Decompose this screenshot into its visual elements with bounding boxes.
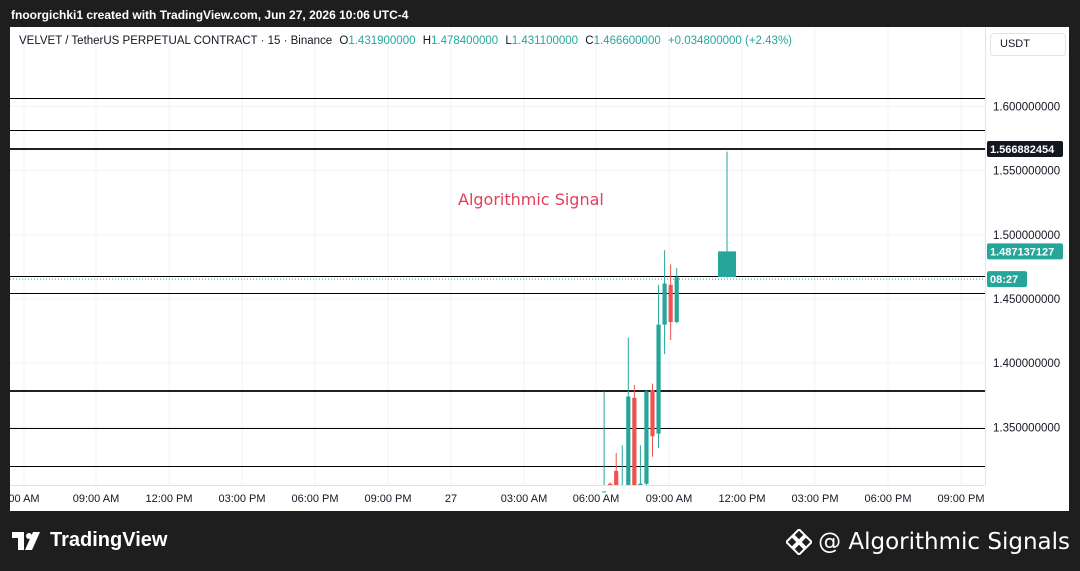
y-tick-label: 1.450000000	[993, 294, 1060, 306]
change-value: +0.034800000 (+2.43%)	[667, 35, 792, 47]
candle	[632, 384, 637, 485]
candle	[620, 445, 625, 486]
open-label: O	[339, 35, 349, 47]
chart-frame[interactable]: 1.600000000 1.550000000 1.500000000 1.45000…	[10, 27, 1069, 511]
candle	[650, 383, 655, 457]
candle	[644, 390, 649, 485]
x-tick-label: 09:00 PM	[937, 493, 984, 505]
price-tag: 08:27	[987, 271, 1027, 288]
high-label: H	[422, 35, 431, 47]
annotation-text: Algorithmic Signal	[458, 190, 604, 209]
x-tick-label: 03:00 PM	[218, 493, 265, 505]
price-tag: 1.487137127	[987, 243, 1063, 260]
price-tag-label: 1.566882454	[990, 144, 1055, 156]
x-tick-label: 12:00 PM	[145, 493, 192, 505]
candle-body	[614, 470, 619, 485]
close-label: C	[585, 35, 594, 47]
candle	[608, 482, 613, 485]
candle-body	[626, 396, 631, 485]
watermark-text: @ Algorithmic Signals	[818, 529, 1070, 555]
x-tick-label: 09:00 AM	[646, 493, 692, 505]
tradingview-brand-text: TradingView	[50, 529, 168, 551]
candle-body	[718, 251, 736, 278]
y-tick-label: 1.400000000	[993, 358, 1060, 370]
x-tick-label: 06:00 PM	[864, 493, 911, 505]
y-tick-label: 1.600000000	[993, 102, 1060, 114]
watermark: @ Algorithmic Signals	[786, 529, 1070, 555]
chart-caption: fnoorgichki1 created with TradingView.co…	[11, 8, 409, 22]
candle-body	[608, 483, 613, 485]
symbol-title[interactable]: VELVET / TetherUS PERPETUAL CONTRACT · 1…	[19, 35, 332, 47]
candle-body	[662, 283, 667, 325]
candle	[638, 445, 643, 485]
candle	[602, 391, 607, 493]
x-tick-label: 27	[445, 493, 457, 505]
candle-body	[638, 483, 643, 485]
open-value: 1.431900000	[348, 35, 416, 47]
x-tick-label: 06:00 PM	[291, 493, 338, 505]
close-value: 1.466600000	[593, 35, 661, 47]
price-tag-label: 08:27	[990, 274, 1018, 286]
price-tag-label: 1.487137127	[990, 246, 1054, 258]
price-chart[interactable]: 1.600000000 1.550000000 1.500000000 1.45000…	[10, 27, 1069, 511]
footer-bar: TradingView @ Algorithmic Signals	[0, 511, 1080, 571]
candle	[626, 337, 631, 485]
symbol-legend: VELVET / TetherUS PERPETUAL CONTRACT · 1…	[19, 35, 792, 47]
x-tick-label: 00 AM	[10, 493, 40, 505]
candle	[614, 452, 619, 485]
binance-diamond-icon	[786, 529, 813, 555]
y-tick-label: 1.350000000	[993, 422, 1060, 434]
candle-body	[632, 397, 637, 485]
candle-body	[656, 324, 661, 434]
x-tick-label: 06:00 AM	[573, 493, 619, 505]
high-value: 1.478400000	[431, 35, 499, 47]
y-tick-label: 1.550000000	[993, 166, 1060, 178]
y-tick-label: 1.500000000	[993, 230, 1060, 242]
x-tick-label: 09:00 AM	[73, 493, 119, 505]
candle	[656, 284, 661, 448]
candle	[662, 250, 667, 355]
x-tick-label: 09:00 PM	[364, 493, 411, 505]
x-tick-label: 03:00 PM	[791, 493, 838, 505]
currency-button[interactable]: USDT	[990, 33, 1066, 56]
x-tick-label: 03:00 AM	[501, 493, 547, 505]
tradingview-logo[interactable]: TradingView	[12, 529, 167, 552]
x-tick-label: 12:00 PM	[718, 493, 765, 505]
candle-body	[674, 277, 679, 323]
candle-body	[644, 391, 649, 484]
tradingview-logo-icon	[12, 531, 40, 550]
price-tag: 1.566882454	[987, 141, 1063, 158]
low-value: 1.431100000	[511, 35, 579, 47]
candle-body	[650, 390, 655, 437]
candle-body	[668, 284, 673, 323]
